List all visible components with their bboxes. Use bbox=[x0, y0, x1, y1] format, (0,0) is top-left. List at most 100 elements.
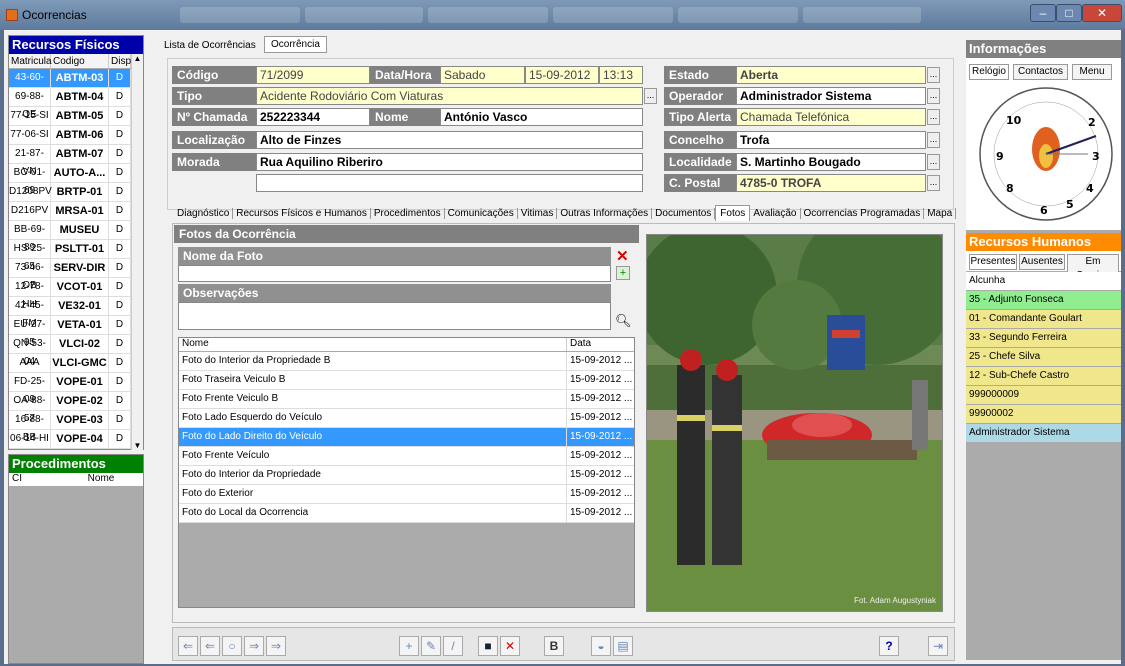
col-nome[interactable]: Nome bbox=[59, 473, 143, 486]
localizacao-field[interactable]: Alto de Finzes bbox=[256, 131, 643, 149]
recurso-row[interactable]: 12-78-HH VCOT-01 D bbox=[9, 278, 143, 310]
rh-row[interactable]: 01 - Comandante Goulart bbox=[966, 310, 1121, 329]
recurso-row[interactable]: 77-15-SI ABTM-05 D bbox=[9, 107, 143, 126]
sub-tab-2[interactable]: Procedimentos bbox=[370, 208, 445, 219]
scroll-up-icon[interactable]: ▲ bbox=[132, 54, 143, 63]
scroll-down-icon[interactable]: ▼ bbox=[132, 441, 143, 450]
tab-contactos[interactable]: Contactos bbox=[1013, 64, 1068, 80]
sub-tab-6[interactable]: Documentos bbox=[652, 208, 716, 219]
recurso-row[interactable]: AAA VLCI-GMC D bbox=[9, 354, 143, 373]
chamada-field[interactable]: 252223344 bbox=[256, 108, 370, 126]
add-photo-icon[interactable]: + bbox=[616, 266, 630, 280]
col-nome-foto[interactable]: Nome bbox=[179, 338, 567, 351]
nome-field[interactable]: António Vasco bbox=[440, 108, 643, 126]
recursos-scrollbar[interactable]: ▲ ▼ bbox=[131, 54, 143, 450]
sub-tab-7[interactable]: Fotos bbox=[715, 205, 751, 221]
browser-tab[interactable] bbox=[553, 7, 673, 23]
browser-tab[interactable] bbox=[428, 7, 548, 23]
sub-tab-5[interactable]: Outras Informações bbox=[557, 208, 653, 219]
tab-ausentes[interactable]: Ausentes bbox=[1019, 254, 1065, 270]
delete-photo-icon[interactable]: ✕ bbox=[616, 247, 629, 265]
recurso-row[interactable]: 73-46-OB SERV-DIR D bbox=[9, 259, 143, 291]
cpostal-browse-button[interactable]: ... bbox=[927, 175, 940, 191]
col-codigo[interactable]: Codigo bbox=[51, 54, 109, 68]
cancel-icon[interactable]: ✕ bbox=[500, 636, 520, 656]
last-record-icon[interactable]: ⇒ bbox=[266, 636, 286, 656]
recurso-row[interactable]: OA-88-57 VOPE-02 D bbox=[9, 392, 143, 424]
maximize-button[interactable]: □ bbox=[1056, 4, 1082, 22]
morada-field[interactable]: Rua Aquilino Riberiro bbox=[256, 153, 643, 171]
rh-row[interactable]: 25 - Chefe Silva bbox=[966, 348, 1121, 367]
tipoalerta-field[interactable]: Chamada Telefónica bbox=[736, 108, 926, 126]
concelho-browse-button[interactable]: ... bbox=[927, 132, 940, 148]
tipoalerta-browse-button[interactable]: ... bbox=[927, 109, 940, 125]
recurso-row[interactable]: HS-25-65 PSLTT-01 D bbox=[9, 240, 143, 272]
rh-row[interactable]: Alcunha bbox=[966, 272, 1121, 291]
codigo-field[interactable]: 71/2099 bbox=[256, 66, 370, 84]
recurso-row[interactable]: D1208PV BRTP-01 D bbox=[9, 183, 143, 202]
sub-tab-4[interactable]: Vitimas bbox=[517, 208, 558, 219]
exit-icon[interactable]: ⇥ bbox=[928, 636, 948, 656]
recurso-row[interactable]: QN-53-04 VLCI-02 D bbox=[9, 335, 143, 367]
sub-tab-1[interactable]: Recursos Físicos e Humanos bbox=[233, 208, 371, 219]
browser-tab[interactable] bbox=[803, 7, 921, 23]
close-button[interactable]: ✕ bbox=[1082, 4, 1122, 22]
recurso-row[interactable]: 06-14-HI VOPE-04 D bbox=[9, 430, 143, 449]
add-record-icon[interactable]: + bbox=[399, 636, 419, 656]
rh-row[interactable]: Administrador Sistema bbox=[966, 424, 1121, 443]
recurso-row[interactable]: EU-27-95 VETA-01 D bbox=[9, 316, 143, 348]
recurso-row[interactable]: 69-88-OE ABTM-04 D bbox=[9, 88, 143, 120]
top-tab-ocorrencia[interactable]: Ocorrência bbox=[264, 36, 327, 53]
tab-menu[interactable]: Menu bbox=[1072, 64, 1112, 80]
nome-foto-input[interactable] bbox=[178, 265, 611, 282]
recurso-row[interactable]: 43-60-LU ABTM-03 D bbox=[9, 69, 143, 101]
dia-field[interactable]: Sabado bbox=[440, 66, 525, 84]
rh-row[interactable]: 33 - Segundo Ferreira bbox=[966, 329, 1121, 348]
next-record-icon[interactable]: ⇒ bbox=[244, 636, 264, 656]
foto-row[interactable]: Foto Lado Esquerdo do Veículo 15-09-2012 … bbox=[179, 409, 634, 428]
attach-icon[interactable]: ◒ bbox=[591, 636, 611, 656]
rh-row[interactable]: 12 - Sub-Chefe Castro bbox=[966, 367, 1121, 386]
foto-row[interactable]: Foto Frente Veículo 15-09-2012 ... bbox=[179, 447, 634, 466]
col-disp[interactable]: Disp bbox=[109, 54, 131, 68]
operador-field[interactable]: Administrador Sistema bbox=[736, 87, 926, 105]
rh-row[interactable]: 99900002 bbox=[966, 405, 1121, 424]
rh-row[interactable]: 35 - Adjunto Fonseca bbox=[966, 291, 1121, 310]
foto-row[interactable]: Foto do Local da Ocorrencia 15-09-2012 ..… bbox=[179, 504, 634, 523]
recurso-row[interactable]: 77-06-SI ABTM-06 D bbox=[9, 126, 143, 145]
sub-tab-8[interactable]: Avaliação bbox=[750, 208, 801, 219]
data-field[interactable]: 15-09-2012 bbox=[525, 66, 599, 84]
bold-icon[interactable]: B bbox=[544, 636, 564, 656]
recurso-row[interactable]: 42-45-FM VE32-01 D bbox=[9, 297, 143, 329]
foto-row[interactable]: Foto Frente Veiculo B 15-09-2012 ... bbox=[179, 390, 634, 409]
localidade-browse-button[interactable]: ... bbox=[927, 154, 940, 170]
save-icon[interactable]: ■ bbox=[478, 636, 498, 656]
foto-row[interactable]: Foto do Lado Direito do Veículo 15-09-201… bbox=[179, 428, 634, 447]
edit-record-icon[interactable]: ✎ bbox=[421, 636, 441, 656]
browser-tab[interactable] bbox=[180, 7, 300, 23]
search-record-icon[interactable]: ○ bbox=[222, 636, 242, 656]
foto-row[interactable]: Foto do Interior da Propriedade B 15-09-2… bbox=[179, 352, 634, 371]
recurso-row[interactable]: BC-01-69 AUTO-A... D bbox=[9, 164, 143, 196]
report-icon[interactable]: ▤ bbox=[613, 636, 633, 656]
help-icon[interactable]: ? bbox=[879, 636, 899, 656]
col-data-foto[interactable]: Data bbox=[567, 338, 633, 351]
estado-browse-button[interactable]: ... bbox=[927, 67, 940, 83]
foto-row[interactable]: Foto do Exterior 15-09-2012 ... bbox=[179, 485, 634, 504]
tab-relogio[interactable]: Relógio bbox=[969, 64, 1009, 80]
operador-browse-button[interactable]: ... bbox=[927, 88, 940, 104]
sub-tab-3[interactable]: Comunicações bbox=[444, 208, 518, 219]
localidade-field[interactable]: S. Martinho Bougado bbox=[736, 153, 926, 171]
previous-record-icon[interactable]: ⇐ bbox=[200, 636, 220, 656]
tipo-browse-button[interactable]: ... bbox=[644, 88, 657, 104]
estado-field[interactable]: Aberta bbox=[736, 66, 926, 84]
minimize-button[interactable]: – bbox=[1030, 4, 1056, 22]
concelho-field[interactable]: Trofa bbox=[736, 131, 926, 149]
tab-presentes[interactable]: Presentes bbox=[969, 254, 1017, 270]
foto-row[interactable]: Foto do Interior da Propriedade 15-09-201… bbox=[179, 466, 634, 485]
brush-icon[interactable]: / bbox=[443, 636, 463, 656]
recurso-row[interactable]: FD-25-09 VOPE-01 D bbox=[9, 373, 143, 405]
col-matricula[interactable]: Matricula bbox=[9, 54, 52, 68]
top-tab-list[interactable]: Lista de Ocorrências bbox=[164, 40, 256, 51]
tipo-field[interactable]: Acidente Rodoviário Com Viaturas bbox=[256, 87, 643, 105]
